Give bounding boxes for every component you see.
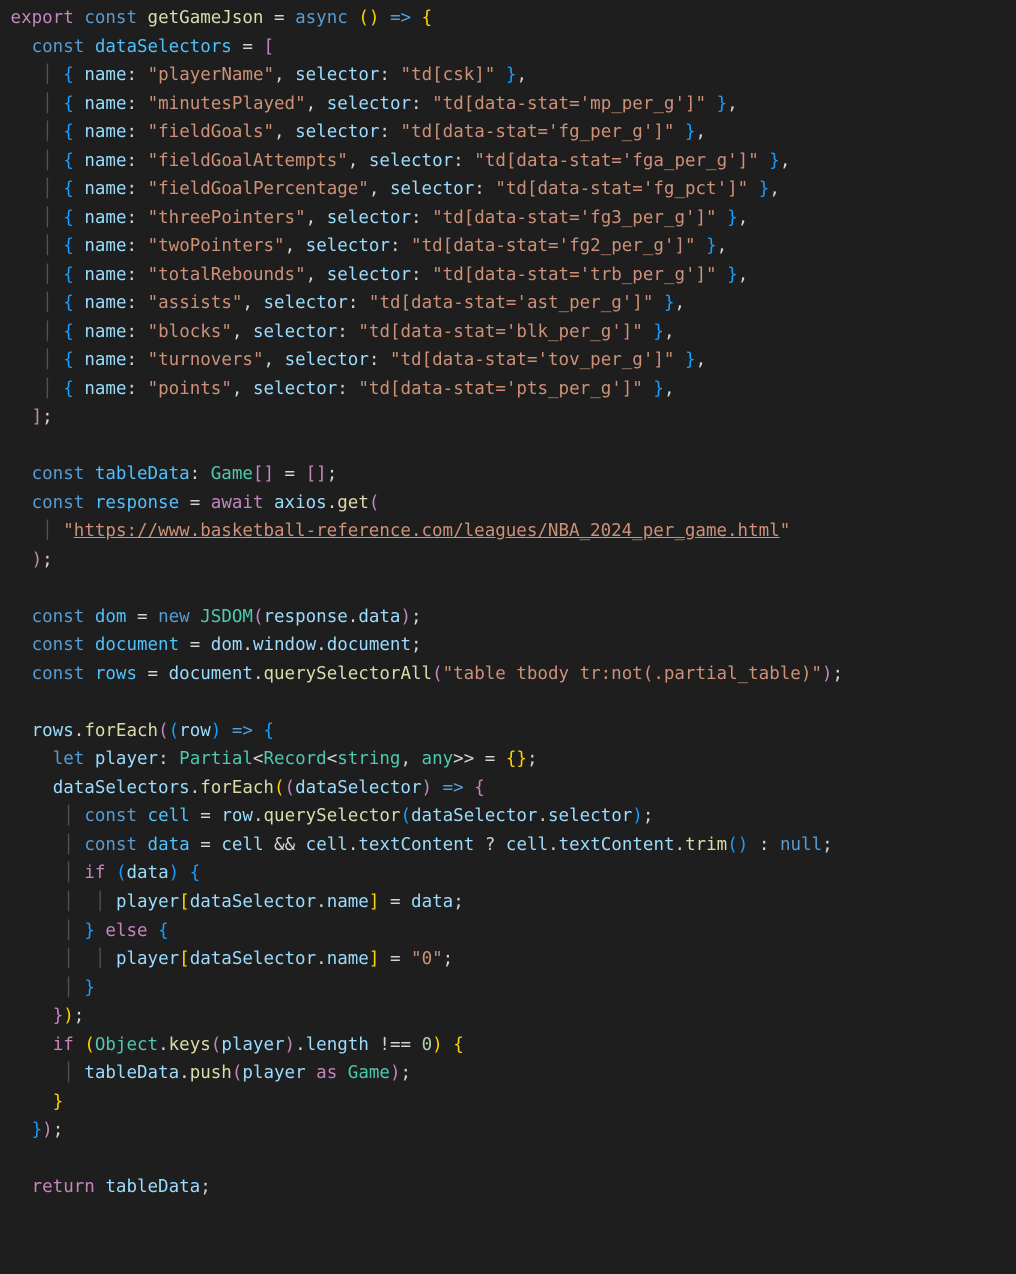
code-editor-content[interactable]: export const getGameJson = async () => {… (0, 0, 1016, 1226)
